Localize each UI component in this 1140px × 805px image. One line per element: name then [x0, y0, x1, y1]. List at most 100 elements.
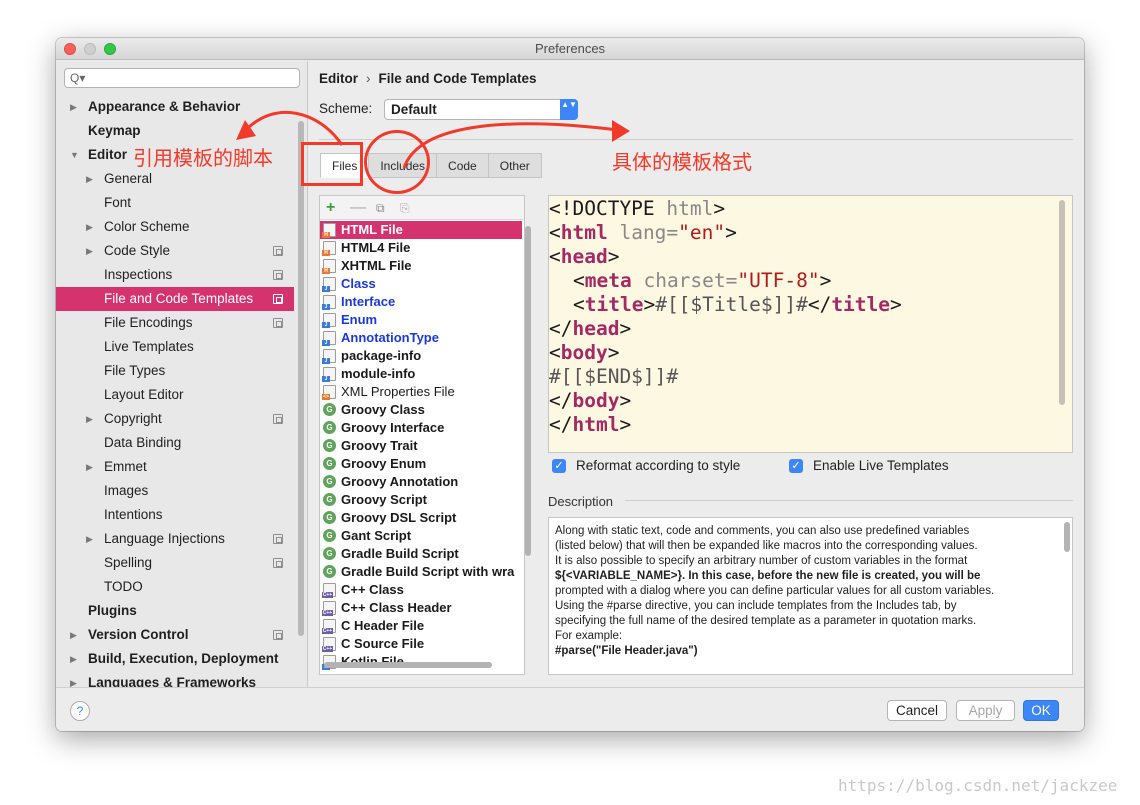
- reformat-checkbox[interactable]: ✓ Reformat according to style: [552, 458, 740, 473]
- code-line: <body>: [549, 341, 1072, 365]
- sidebar-item[interactable]: Inspections: [56, 263, 294, 287]
- template-list-item[interactable]: Jpackage-info: [320, 347, 522, 365]
- sidebar-scrollbar[interactable]: [298, 121, 304, 636]
- ok-button[interactable]: OK: [1023, 700, 1059, 721]
- sidebar-item[interactable]: Data Binding: [56, 431, 294, 455]
- sidebar-item[interactable]: File Types: [56, 359, 294, 383]
- reset-icon[interactable]: ⎘: [400, 198, 410, 218]
- template-list-item[interactable]: J Class: [320, 275, 522, 293]
- collapse-arrow-icon[interactable]: ▶: [70, 671, 77, 688]
- expand-arrow-icon[interactable]: ▼: [70, 143, 79, 167]
- template-list-item[interactable]: G Groovy Class: [320, 401, 522, 419]
- copy-icon[interactable]: ⧉: [376, 198, 385, 218]
- sidebar-item[interactable]: Images: [56, 479, 294, 503]
- template-list-item[interactable]: C++ C Source File: [320, 635, 522, 653]
- collapse-arrow-icon[interactable]: ▶: [86, 167, 93, 191]
- template-list-item[interactable]: G Gradle Build Script: [320, 545, 522, 563]
- sidebar-item[interactable]: ▶ Languages & Frameworks: [56, 671, 294, 688]
- description-scrollbar[interactable]: [1064, 522, 1070, 552]
- collapse-arrow-icon[interactable]: ▶: [70, 647, 77, 671]
- file-type-tag: H: [322, 250, 330, 256]
- sidebar-item[interactable]: ▶ Emmet: [56, 455, 294, 479]
- template-list-item[interactable]: G Groovy Annotation: [320, 473, 522, 491]
- sidebar-item-label: Font: [104, 195, 132, 210]
- template-name: Groovy Trait: [341, 438, 418, 453]
- sidebar-item[interactable]: ▶ Appearance & Behavior: [56, 95, 294, 119]
- sidebar-item[interactable]: ▶ Build, Execution, Deployment: [56, 647, 294, 671]
- template-list-item[interactable]: <> XML Properties File: [320, 383, 522, 401]
- window-title: Preferences: [534, 41, 606, 56]
- code-token: #[[$END$]]#: [549, 365, 679, 388]
- sidebar-item[interactable]: Plugins: [56, 599, 294, 623]
- remove-icon[interactable]: —: [350, 198, 366, 218]
- add-icon[interactable]: +: [326, 198, 335, 218]
- zoom-button[interactable]: [104, 43, 116, 55]
- code-token: >: [619, 317, 632, 340]
- code-token: </: [807, 293, 832, 316]
- sidebar-item[interactable]: ▶ Color Scheme: [56, 215, 294, 239]
- close-button[interactable]: [64, 43, 76, 55]
- template-list-item[interactable]: J Enum: [320, 311, 522, 329]
- template-list-item[interactable]: C++ C Header File: [320, 617, 522, 635]
- sidebar-item-label: Inspections: [104, 267, 173, 282]
- sidebar-item[interactable]: Layout Editor: [56, 383, 294, 407]
- sidebar-item[interactable]: Spelling: [56, 551, 294, 575]
- template-list-item[interactable]: G Groovy DSL Script: [320, 509, 522, 527]
- project-settings-icon: [273, 318, 283, 328]
- template-list-hscrollbar[interactable]: [324, 662, 492, 668]
- sidebar-item[interactable]: ▶ Code Style: [56, 239, 294, 263]
- minimize-button[interactable]: [84, 43, 96, 55]
- live-templates-label: Enable Live Templates: [813, 458, 949, 473]
- settings-search-input[interactable]: Q▾: [64, 68, 300, 88]
- template-list-item[interactable]: G Gradle Build Script with wra: [320, 563, 522, 581]
- sidebar-item[interactable]: Live Templates: [56, 335, 294, 359]
- sidebar-item[interactable]: Intentions: [56, 503, 294, 527]
- template-name: Groovy Interface: [341, 420, 445, 435]
- sidebar-item[interactable]: ▶ Language Injections: [56, 527, 294, 551]
- collapse-arrow-icon[interactable]: ▶: [86, 239, 93, 263]
- template-list-vscrollbar[interactable]: [525, 226, 531, 556]
- sidebar-item-label: Editor: [88, 147, 127, 162]
- template-list-item[interactable]: H XHTML File: [320, 257, 522, 275]
- cpp-file-icon: C++: [322, 601, 336, 616]
- template-list-item[interactable]: G Gant Script: [320, 527, 522, 545]
- template-list-item[interactable]: C++ C++ Class: [320, 581, 522, 599]
- sidebar-item[interactable]: ▶ Copyright: [56, 407, 294, 431]
- template-list-item[interactable]: G Groovy Script: [320, 491, 522, 509]
- live-templates-checkbox[interactable]: ✓ Enable Live Templates: [789, 458, 949, 473]
- template-list-item[interactable]: G Groovy Enum: [320, 455, 522, 473]
- tab-other[interactable]: Other: [488, 153, 542, 178]
- collapse-arrow-icon[interactable]: ▶: [86, 455, 93, 479]
- sidebar-item[interactable]: Font: [56, 191, 294, 215]
- scheme-select[interactable]: Default ▲▼: [384, 99, 578, 120]
- sidebar-item[interactable]: File and Code Templates: [56, 287, 294, 311]
- template-list-item[interactable]: J AnnotationType: [320, 329, 522, 347]
- sidebar-item[interactable]: ▶ Version Control: [56, 623, 294, 647]
- template-list-item[interactable]: J Interface: [320, 293, 522, 311]
- template-list-item[interactable]: G Groovy Interface: [320, 419, 522, 437]
- tab-code[interactable]: Code: [437, 153, 489, 178]
- breadcrumb-root[interactable]: Editor: [319, 71, 358, 86]
- title-bar: Preferences: [56, 38, 1084, 60]
- description-text: Along with static text, code and comment…: [555, 524, 1066, 674]
- template-list-item[interactable]: H HTML4 File: [320, 239, 522, 257]
- help-button[interactable]: ?: [70, 701, 90, 721]
- collapse-arrow-icon[interactable]: ▶: [86, 527, 93, 551]
- code-token: "en": [678, 221, 726, 244]
- collapse-arrow-icon[interactable]: ▶: [70, 95, 77, 119]
- sidebar-item[interactable]: Keymap: [56, 119, 294, 143]
- sidebar-item[interactable]: TODO: [56, 575, 294, 599]
- template-list-item[interactable]: G Groovy Trait: [320, 437, 522, 455]
- collapse-arrow-icon[interactable]: ▶: [86, 215, 93, 239]
- template-list-item[interactable]: H HTML File: [320, 221, 522, 239]
- apply-button[interactable]: Apply: [956, 700, 1015, 721]
- template-list-item[interactable]: Jmodule-info: [320, 365, 522, 383]
- cpp-file-icon: C++: [322, 619, 336, 634]
- template-editor[interactable]: <!DOCTYPE html> <html lang="en"> <head> <me…: [548, 195, 1073, 453]
- sidebar-item[interactable]: File Encodings: [56, 311, 294, 335]
- cancel-button[interactable]: Cancel: [887, 700, 947, 721]
- template-list-item[interactable]: C++ C++ Class Header: [320, 599, 522, 617]
- collapse-arrow-icon[interactable]: ▶: [70, 623, 77, 647]
- collapse-arrow-icon[interactable]: ▶: [86, 407, 93, 431]
- editor-scrollbar[interactable]: [1059, 200, 1065, 405]
